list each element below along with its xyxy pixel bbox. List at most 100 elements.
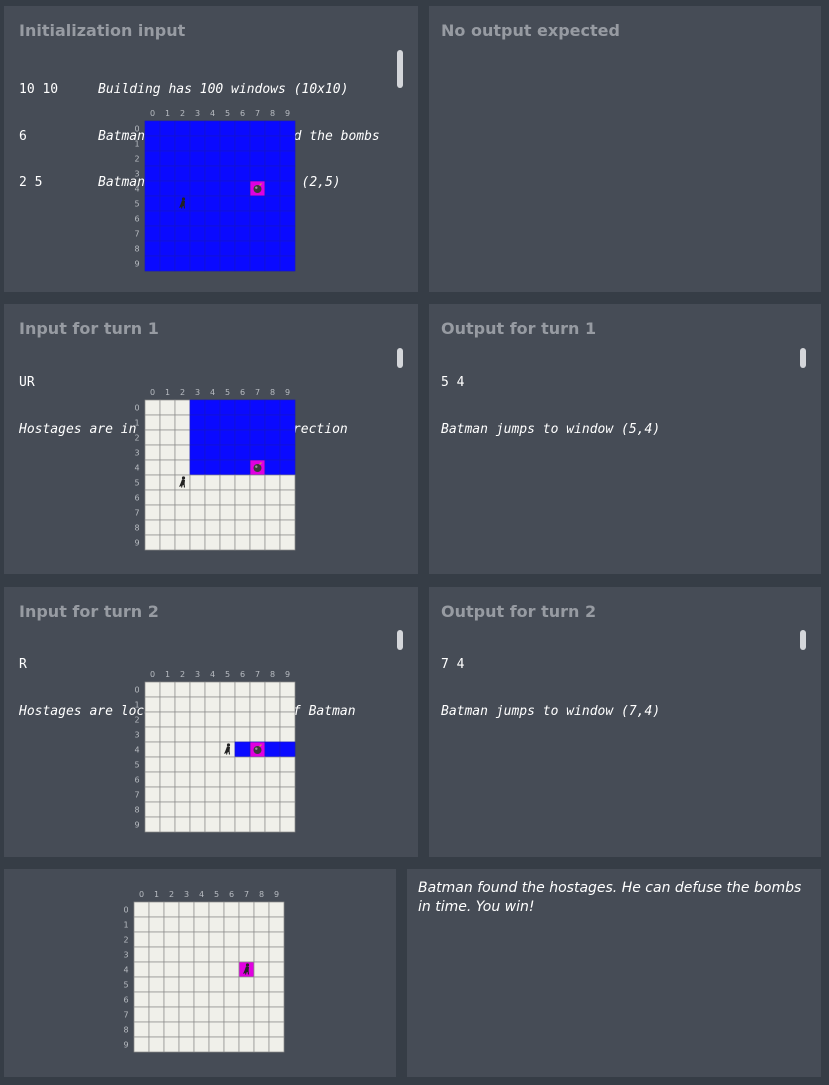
grid-x-label: 2	[180, 670, 185, 679]
window-cell	[219, 504, 236, 521]
window-cell	[253, 946, 270, 963]
window-cell	[144, 444, 161, 461]
window-cell	[268, 961, 285, 978]
window-cell	[249, 195, 266, 212]
window-cell	[253, 961, 270, 978]
window-cell	[238, 1021, 255, 1038]
window-cell	[223, 946, 240, 963]
turn2-output-text: 7 4 Batman jumps to window (7,4)	[441, 626, 660, 750]
grid-x-label: 6	[240, 670, 245, 679]
window-cell	[219, 120, 236, 137]
grid-x-label: 0	[139, 890, 144, 899]
window-cell	[144, 150, 161, 167]
window-cell	[144, 240, 161, 257]
window-cell	[148, 1036, 165, 1053]
window-cell	[159, 741, 176, 758]
window-cell	[279, 741, 296, 758]
window-cell	[249, 726, 266, 743]
window-cell	[249, 150, 266, 167]
scrollbar[interactable]	[397, 630, 403, 650]
window-cell	[219, 429, 236, 446]
window-cell	[264, 210, 281, 227]
window-cell	[264, 195, 281, 212]
window-cell	[189, 726, 206, 743]
init-code-line-3: 2 5	[19, 175, 43, 190]
scrollbar[interactable]	[800, 348, 806, 368]
window-cell	[144, 474, 161, 491]
result-message: Batman found the hostages. He can defuse…	[418, 880, 802, 915]
window-cell	[249, 771, 266, 788]
window-cell	[223, 1021, 240, 1038]
window-cell	[133, 1021, 150, 1038]
window-cell	[219, 165, 236, 182]
window-cell	[249, 696, 266, 713]
grid-y-label: 9	[134, 260, 139, 269]
window-cell	[234, 771, 251, 788]
window-cell	[208, 901, 225, 918]
window-cell	[238, 991, 255, 1008]
scrollbar[interactable]	[397, 50, 403, 88]
window-cell	[268, 946, 285, 963]
window-cell	[159, 165, 176, 182]
window-cell	[249, 240, 266, 257]
init-output-panel: No output expected	[429, 6, 821, 292]
scrollbar[interactable]	[800, 630, 806, 650]
window-cell	[189, 429, 206, 446]
window-cell	[219, 816, 236, 833]
window-cell	[148, 946, 165, 963]
window-cell	[189, 150, 206, 167]
window-cell	[279, 534, 296, 551]
window-cell	[174, 180, 191, 197]
window-cell	[264, 255, 281, 272]
window-cell	[223, 1006, 240, 1023]
window-cell	[279, 240, 296, 257]
window-cell	[178, 901, 195, 918]
window-cell	[238, 1036, 255, 1053]
window-cell	[189, 399, 206, 416]
window-cell	[268, 976, 285, 993]
window-cell	[234, 711, 251, 728]
window-cell	[159, 801, 176, 818]
window-cell	[133, 916, 150, 933]
window-cell	[159, 399, 176, 416]
window-cell	[253, 916, 270, 933]
window-cell	[204, 165, 221, 182]
grid-x-label: 2	[180, 109, 185, 118]
window-cell	[208, 916, 225, 933]
window-cell	[238, 976, 255, 993]
window-cell	[144, 801, 161, 818]
grid-x-label: 4	[210, 388, 215, 397]
window-cell	[174, 801, 191, 818]
window-cell	[174, 786, 191, 803]
window-cell	[279, 225, 296, 242]
window-cell	[193, 946, 210, 963]
scrollbar[interactable]	[397, 348, 403, 368]
window-cell	[223, 976, 240, 993]
window-cell	[234, 414, 251, 431]
window-cell	[204, 696, 221, 713]
window-cell	[144, 459, 161, 476]
window-cell	[159, 681, 176, 698]
window-cell	[144, 165, 161, 182]
window-cell	[234, 726, 251, 743]
window-cell	[219, 195, 236, 212]
window-cell	[189, 414, 206, 431]
window-cell	[189, 474, 206, 491]
window-cell	[178, 1006, 195, 1023]
window-cell	[174, 255, 191, 272]
grid-y-label: 6	[123, 996, 128, 1005]
window-cell	[219, 711, 236, 728]
window-cell	[163, 916, 180, 933]
window-cell	[174, 135, 191, 152]
window-cell	[234, 165, 251, 182]
window-cell	[189, 519, 206, 536]
window-cell	[148, 991, 165, 1008]
window-cell	[189, 771, 206, 788]
window-cell	[193, 976, 210, 993]
window-cell	[264, 786, 281, 803]
window-cell	[234, 459, 251, 476]
grid-x-label: 1	[165, 670, 170, 679]
window-cell	[163, 1036, 180, 1053]
window-cell	[264, 120, 281, 137]
window-cell	[253, 931, 270, 948]
